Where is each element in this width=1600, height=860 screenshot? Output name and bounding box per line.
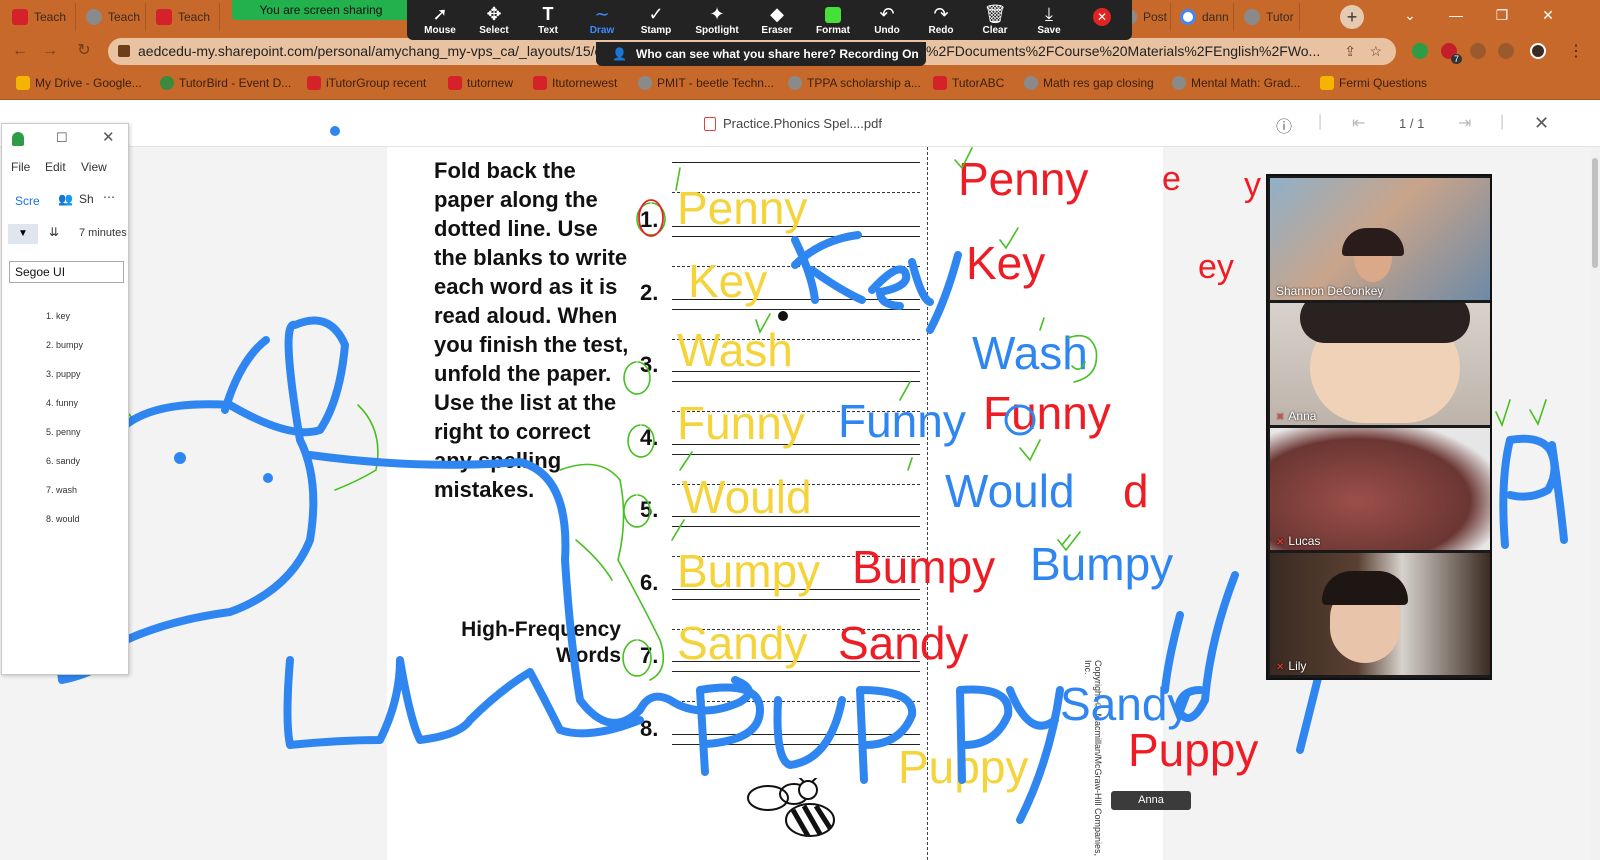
video-tile[interactable]: ✕ Anna — [1270, 303, 1490, 425]
eye-dot — [174, 452, 186, 464]
freehand-stroke — [306, 451, 753, 727]
eye-dot — [263, 473, 273, 483]
list-item: 7. wash — [46, 485, 78, 495]
circle-stroke — [622, 361, 655, 677]
share-label[interactable]: Sh — [79, 192, 94, 206]
scrollbar-thumb[interactable] — [1592, 158, 1598, 268]
freehand-stroke — [283, 656, 644, 749]
scrollbar[interactable] — [1590, 150, 1600, 860]
double-chevron-icon[interactable]: ⇊ — [49, 225, 59, 239]
side-app-window: ☐ ✕ File Edit View Scre 👥 Sh ⋯ ▼ ⇊ 7 min… — [1, 123, 129, 675]
checkmark-stroke — [636, 167, 681, 236]
more-icon[interactable]: ⋯ — [103, 190, 115, 204]
annotator-name-tag: Anna — [1111, 791, 1191, 810]
circle-stroke — [638, 199, 664, 237]
tab-screen[interactable]: Scre — [15, 194, 40, 208]
font-select[interactable]: Segoe UI — [9, 261, 124, 283]
menu-view[interactable]: View — [81, 160, 107, 174]
participant-name: ✕ Lucas — [1276, 534, 1321, 548]
menu-edit[interactable]: Edit — [45, 160, 66, 174]
list-item: 1. key — [46, 311, 71, 321]
muted-mic-icon: ✕ — [1276, 537, 1285, 548]
muted-mic-icon: ✕ — [1276, 662, 1285, 673]
checkmark-stroke — [671, 313, 771, 541]
evernote-icon — [12, 132, 24, 146]
list-item: 6. sandy — [46, 456, 81, 466]
list-item: 8. would — [46, 514, 80, 524]
handwritten-puppy-stroke — [696, 683, 1064, 824]
freehand-stroke — [94, 403, 665, 681]
checkmark-stroke — [899, 147, 1098, 552]
video-tile[interactable]: ✕ Lily — [1270, 553, 1490, 675]
muted-mic-icon: ✕ — [1276, 412, 1285, 423]
participant-name: Shannon DeConkey — [1276, 284, 1384, 298]
list-item: 3. puppy — [46, 369, 81, 379]
ink-dot — [778, 311, 788, 321]
list-item: 4. funny — [46, 398, 79, 408]
list-item: 2. bumpy — [46, 340, 84, 350]
video-tile[interactable]: ✕ Lucas — [1270, 428, 1490, 550]
handwritten-key-stroke — [791, 231, 962, 334]
video-tile[interactable]: Shannon DeConkey — [1270, 178, 1490, 300]
handwritten-a-stroke — [1499, 434, 1568, 549]
maximize-icon[interactable]: ☐ — [56, 130, 68, 146]
participant-hair — [1322, 571, 1408, 605]
ink-dot — [330, 126, 340, 136]
duration-label: 7 minutes — [79, 227, 127, 239]
people-icon: 👥 — [58, 192, 73, 206]
dropdown-chevron-icon[interactable]: ▼ — [8, 224, 38, 244]
screen: Teach Teach Teach Post dann Tutor + ⌄ — … — [0, 0, 1600, 860]
emoji-stamp — [1004, 404, 1036, 436]
menu-file[interactable]: File — [11, 160, 30, 174]
participant-hair — [1300, 303, 1470, 343]
participant-name: ✕ Anna — [1276, 409, 1317, 423]
close-icon[interactable]: ✕ — [102, 128, 115, 146]
participant-video-panel: Shannon DeConkey ✕ Anna ✕ Lucas ✕ Lily — [1266, 174, 1492, 680]
participant-hair — [1342, 228, 1404, 256]
checkmark-stroke — [1495, 399, 1547, 428]
participant-name: ✕ Lily — [1276, 659, 1307, 673]
list-item: 5. penny — [46, 427, 81, 437]
